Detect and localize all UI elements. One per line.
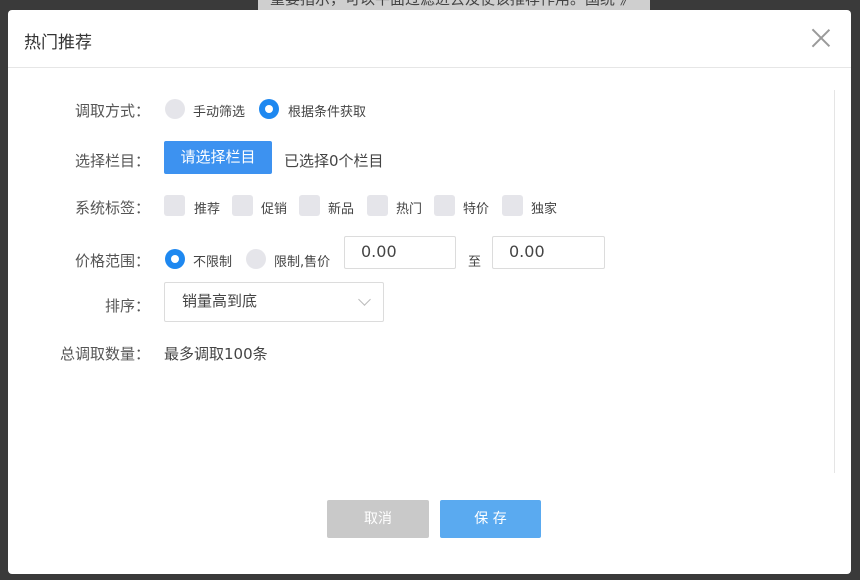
radio-no-limit[interactable] [165,249,185,269]
sort-select[interactable]: 销量高到底 [164,282,384,322]
total-label: 总调取数量： [59,345,150,363]
price-label: 价格范围： [74,252,150,270]
column-label: 选择栏目： [74,152,150,170]
scrollbar[interactable] [834,90,835,473]
radio-manual-label[interactable]: 手动筛选 [193,101,245,120]
cancel-button[interactable]: 取消 [327,500,429,538]
fetch-mode-label: 调取方式： [74,102,150,120]
tag-checkbox-promo[interactable] [232,195,253,216]
hot-recommend-dialog: 热门推荐 调取方式： 手动筛选 根据条件获取 选择栏目： 请选择栏目 已选择0个… [8,10,851,574]
radio-by-condition-label[interactable]: 根据条件获取 [288,101,366,120]
radio-price-limit[interactable] [246,249,266,269]
dialog-title: 热门推荐 [24,33,92,53]
radio-no-limit-label[interactable]: 不限制 [193,251,232,270]
price-min-input[interactable]: 0.00 [344,236,456,269]
tag-label-exclusive[interactable]: 独家 [531,198,557,217]
total-value: 最多调取100条 [164,345,268,363]
tag-label-new[interactable]: 新品 [328,198,354,217]
tag-checkbox-hot[interactable] [367,195,388,216]
radio-price-limit-label[interactable]: 限制,售价 [274,251,330,270]
radio-by-condition[interactable] [259,99,279,119]
tag-checkbox-exclusive[interactable] [502,195,523,216]
save-button[interactable]: 保 存 [440,500,541,538]
tag-label-special[interactable]: 特价 [463,198,489,217]
sort-label: 排序： [104,297,150,315]
sort-select-value: 销量高到底 [182,292,258,310]
dialog-header: 热门推荐 [8,10,851,68]
price-separator: 至 [468,255,482,270]
tags-label: 系统标签： [74,199,150,217]
close-icon[interactable] [811,28,831,48]
tag-checkbox-special[interactable] [434,195,455,216]
tag-checkbox-recommend[interactable] [164,195,185,216]
select-column-button[interactable]: 请选择栏目 [164,141,272,174]
column-status: 已选择0个栏目 [284,152,384,170]
tag-label-promo[interactable]: 促销 [261,198,287,217]
tag-label-recommend[interactable]: 推荐 [194,198,220,217]
price-max-input[interactable]: 0.00 [492,236,605,269]
tag-checkbox-new[interactable] [299,195,320,216]
radio-manual[interactable] [165,99,185,119]
tag-label-hot[interactable]: 热门 [396,198,422,217]
chevron-down-icon [358,293,371,306]
